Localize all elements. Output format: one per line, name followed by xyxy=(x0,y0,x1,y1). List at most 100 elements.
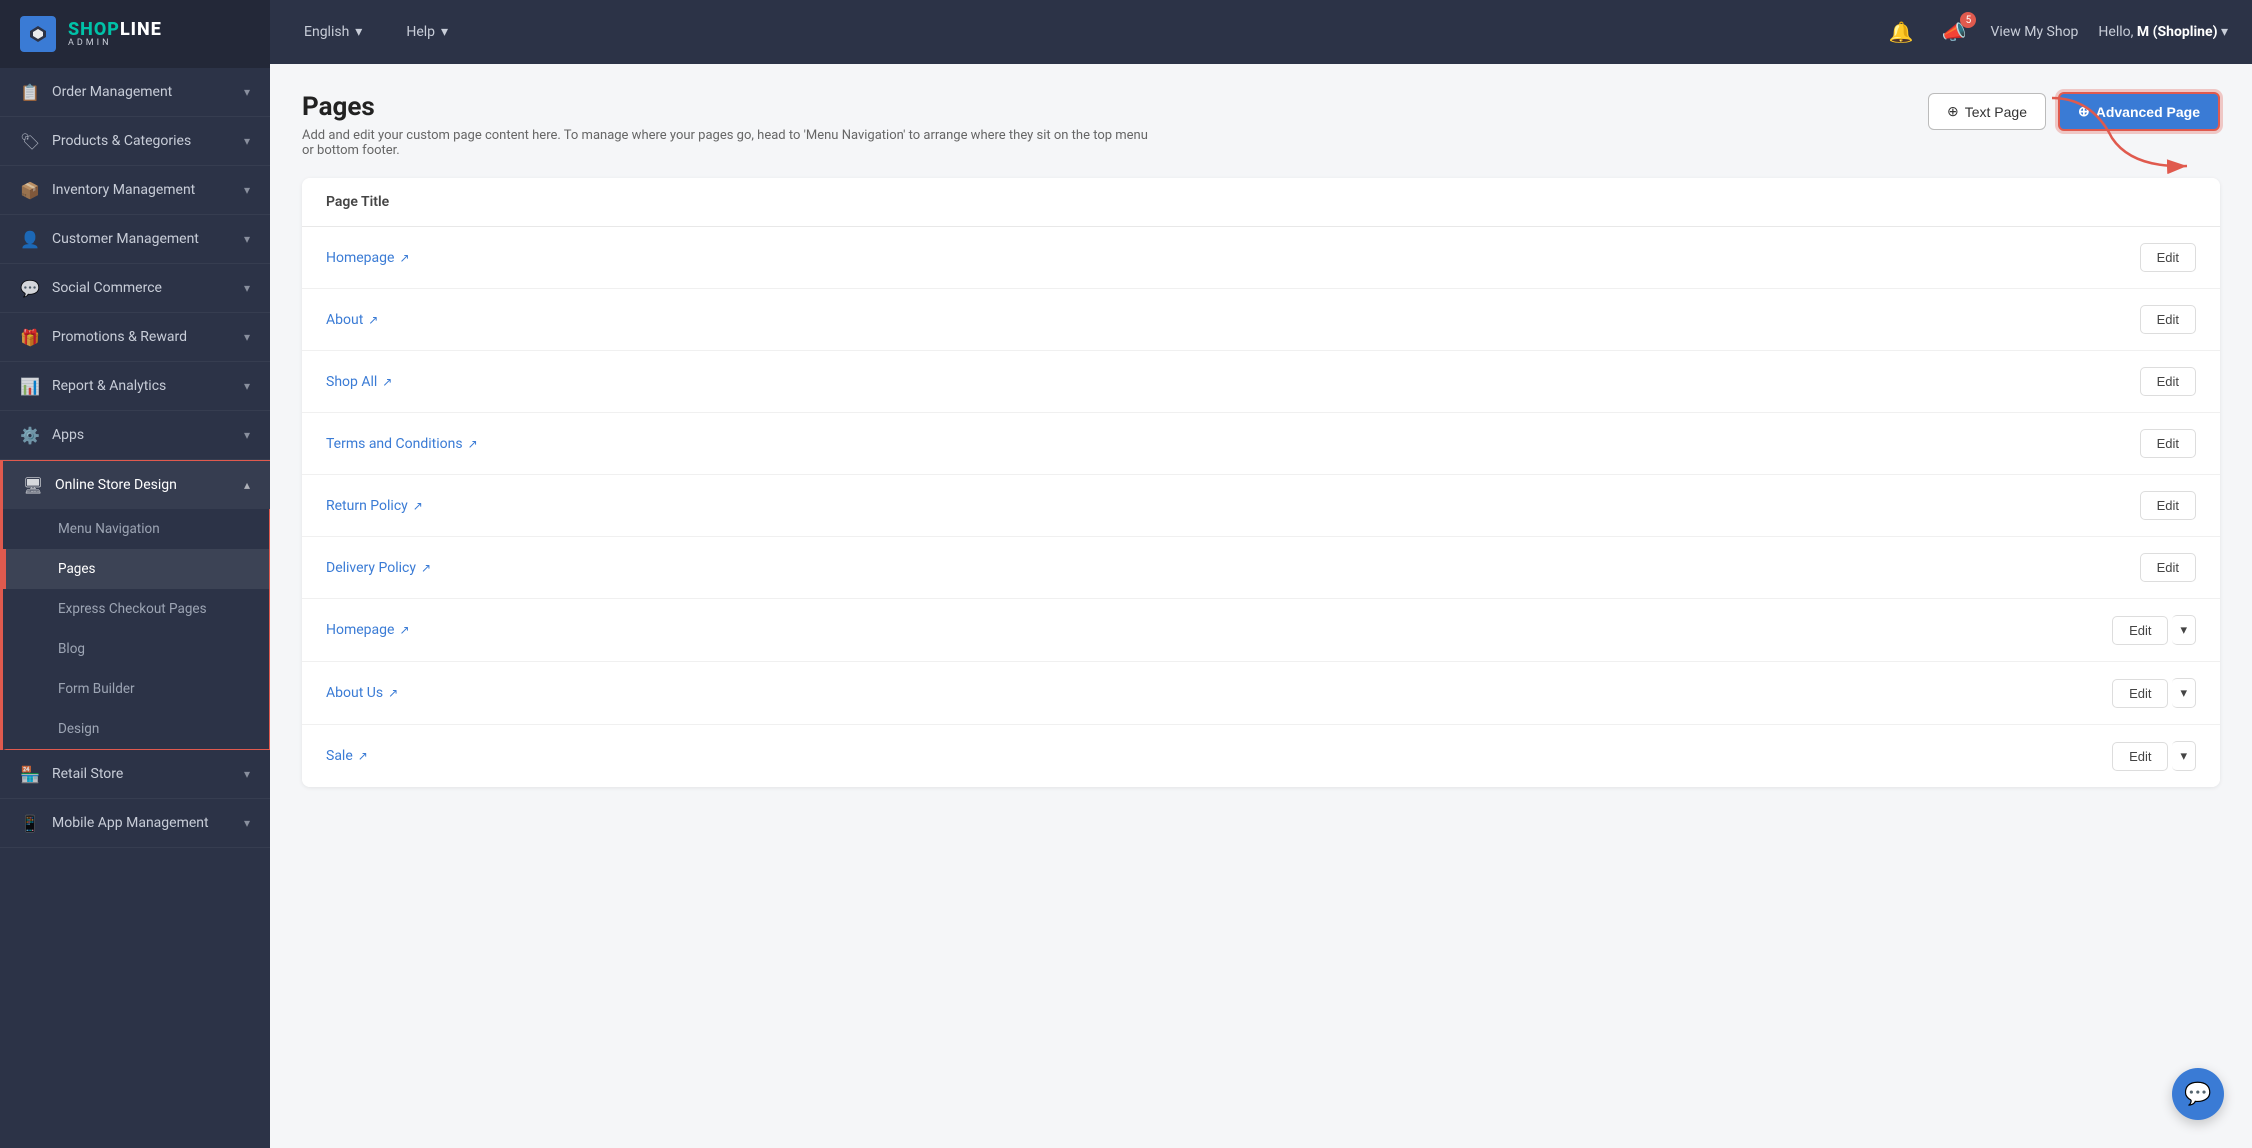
order-icon: 📋 xyxy=(20,82,40,102)
sidebar-item-online-store[interactable]: 🖥 Online Store Design ▴ xyxy=(0,460,270,509)
sidebar-item-inventory[interactable]: 📦 Inventory Management ▾ xyxy=(0,166,270,215)
chat-support-button[interactable]: 💬 xyxy=(2172,1068,2224,1120)
sidebar-item-order-management[interactable]: 📋 Order Management ▾ xyxy=(0,68,270,117)
table-row: Shop All ↗ Edit xyxy=(302,351,2220,413)
edit-button[interactable]: Edit xyxy=(2140,305,2196,334)
report-icon: 📊 xyxy=(20,376,40,396)
row-actions: Edit xyxy=(2140,429,2196,458)
sidebar-item-report[interactable]: 📊 Report & Analytics ▾ xyxy=(0,362,270,411)
row-actions: Edit xyxy=(2140,305,2196,334)
edit-button[interactable]: Edit xyxy=(2140,243,2196,272)
table-row: About Us ↗ Edit ▾ xyxy=(302,662,2220,725)
edit-dropdown-button[interactable]: ▾ xyxy=(2172,615,2196,645)
page-link-return-policy[interactable]: Return Policy ↗ xyxy=(326,498,423,514)
edit-button[interactable]: Edit xyxy=(2112,742,2168,771)
edit-button[interactable]: Edit xyxy=(2140,491,2196,520)
store-icon: 🖥 xyxy=(23,475,43,495)
notification-badge: 5 xyxy=(1960,12,1976,28)
sidebar-item-promotions[interactable]: 🎁 Promotions & Reward ▾ xyxy=(0,313,270,362)
table-row: About ↗ Edit xyxy=(302,289,2220,351)
sidebar: SHOPLINE ADMIN 📋 Order Management ▾ 🏷 Pr… xyxy=(0,0,270,1148)
sidebar-item-apps[interactable]: ⚙️ Apps ▾ xyxy=(0,411,270,460)
help-menu[interactable]: Help ▾ xyxy=(396,18,458,46)
help-chevron-icon: ▾ xyxy=(441,24,448,40)
row-actions: Edit xyxy=(2140,243,2196,272)
sidebar-label-order: Order Management xyxy=(52,84,172,100)
menu-nav-label: Menu Navigation xyxy=(58,521,160,537)
sidebar-sub-pages[interactable]: Pages xyxy=(3,549,269,589)
sidebar-sub-menu-navigation[interactable]: Menu Navigation xyxy=(3,509,269,549)
page-link-shop-all[interactable]: Shop All ↗ xyxy=(326,374,392,390)
view-shop-btn[interactable]: View My Shop xyxy=(1990,24,2078,40)
external-link-icon: ↗ xyxy=(468,437,478,451)
retail-icon: 🏪 xyxy=(20,764,40,784)
design-label: Design xyxy=(58,721,99,737)
user-greeting[interactable]: Hello, M (Shopline) ▾ xyxy=(2098,24,2228,40)
advanced-page-label: Advanced Page xyxy=(2096,104,2200,120)
page-link-homepage-2[interactable]: Homepage ↗ xyxy=(326,622,410,638)
external-link-icon: ↗ xyxy=(413,499,423,513)
sidebar-sub-blog[interactable]: Blog xyxy=(3,629,269,669)
sidebar-item-social[interactable]: 💬 Social Commerce ▾ xyxy=(0,264,270,313)
announcement-icon-btn[interactable]: 📣 5 xyxy=(1938,16,1971,48)
page-link-delivery-policy[interactable]: Delivery Policy ↗ xyxy=(326,560,431,576)
social-icon: 💬 xyxy=(20,278,40,298)
products-icon: 🏷 xyxy=(20,131,40,151)
edit-dropdown-button[interactable]: ▾ xyxy=(2172,741,2196,771)
page-link-about[interactable]: About ↗ xyxy=(326,312,378,328)
page-link-sale[interactable]: Sale ↗ xyxy=(326,748,368,764)
main-area: English ▾ Help ▾ 🔔 📣 5 View My Shop Hell… xyxy=(270,0,2252,1148)
form-builder-label: Form Builder xyxy=(58,681,135,697)
sidebar-logo: SHOPLINE ADMIN xyxy=(0,0,270,68)
table-row: Homepage ↗ Edit ▾ xyxy=(302,599,2220,662)
external-link-icon: ↗ xyxy=(368,313,378,327)
notification-bell[interactable]: 🔔 xyxy=(1885,16,1918,48)
help-label: Help xyxy=(406,24,435,40)
logo-text: SHOPLINE ADMIN xyxy=(68,21,162,48)
language-selector[interactable]: English ▾ xyxy=(294,18,372,46)
sidebar-item-products-categories[interactable]: 🏷 Products & Categories ▾ xyxy=(0,117,270,166)
sidebar-label-apps: Apps xyxy=(52,427,84,443)
chat-icon: 💬 xyxy=(2184,1082,2211,1107)
page-link-terms[interactable]: Terms and Conditions ↗ xyxy=(326,436,478,452)
plus-circle-icon: ⊕ xyxy=(2078,103,2090,120)
sidebar-label-online-store: Online Store Design xyxy=(55,477,177,493)
chevron-down-icon: ▾ xyxy=(244,428,250,442)
row-actions: Edit xyxy=(2140,367,2196,396)
logo-admin-text: ADMIN xyxy=(68,39,162,48)
row-actions: Edit ▾ xyxy=(2112,741,2196,771)
logo-shop-text: SHOPLINE xyxy=(68,21,162,39)
advanced-page-button[interactable]: ⊕ Advanced Page xyxy=(2058,92,2220,131)
sidebar-item-mobile-app[interactable]: 📱 Mobile App Management ▾ xyxy=(0,799,270,848)
edit-button[interactable]: Edit xyxy=(2140,367,2196,396)
edit-button[interactable]: Edit xyxy=(2112,616,2168,645)
row-actions: Edit ▾ xyxy=(2112,615,2196,645)
chevron-down-icon: ▾ xyxy=(2180,622,2187,637)
text-page-button[interactable]: ⊕ Text Page xyxy=(1928,93,2046,130)
logo-icon xyxy=(20,16,56,52)
sidebar-label-social: Social Commerce xyxy=(52,280,162,296)
sidebar-item-retail-store[interactable]: 🏪 Retail Store ▾ xyxy=(0,750,270,799)
sidebar-sub-design[interactable]: Design xyxy=(3,709,269,750)
edit-button[interactable]: Edit xyxy=(2140,553,2196,582)
page-link-about-us[interactable]: About Us ↗ xyxy=(326,685,398,701)
sidebar-item-customer[interactable]: 👤 Customer Management ▾ xyxy=(0,215,270,264)
row-actions: Edit xyxy=(2140,491,2196,520)
edit-button[interactable]: Edit xyxy=(2112,679,2168,708)
edit-dropdown-button[interactable]: ▾ xyxy=(2172,678,2196,708)
external-link-icon: ↗ xyxy=(382,375,392,389)
sidebar-label-retail: Retail Store xyxy=(52,766,123,782)
topbar: English ▾ Help ▾ 🔔 📣 5 View My Shop Hell… xyxy=(270,0,2252,64)
sidebar-sub-express-checkout[interactable]: Express Checkout Pages xyxy=(3,589,269,629)
page-link-homepage-1[interactable]: Homepage ↗ xyxy=(326,250,410,266)
chevron-up-icon: ▴ xyxy=(244,478,250,492)
external-link-icon: ↗ xyxy=(421,561,431,575)
sidebar-label-promotions: Promotions & Reward xyxy=(52,329,187,345)
sidebar-sub-form-builder[interactable]: Form Builder xyxy=(3,669,269,709)
edit-button[interactable]: Edit xyxy=(2140,429,2196,458)
header-actions: ⊕ Text Page ⊕ Advanced Page xyxy=(1928,92,2220,131)
sidebar-label-mobile: Mobile App Management xyxy=(52,815,209,831)
table-row: Terms and Conditions ↗ Edit xyxy=(302,413,2220,475)
plus-icon: ⊕ xyxy=(1947,103,1959,120)
sidebar-label-products: Products & Categories xyxy=(52,133,191,149)
